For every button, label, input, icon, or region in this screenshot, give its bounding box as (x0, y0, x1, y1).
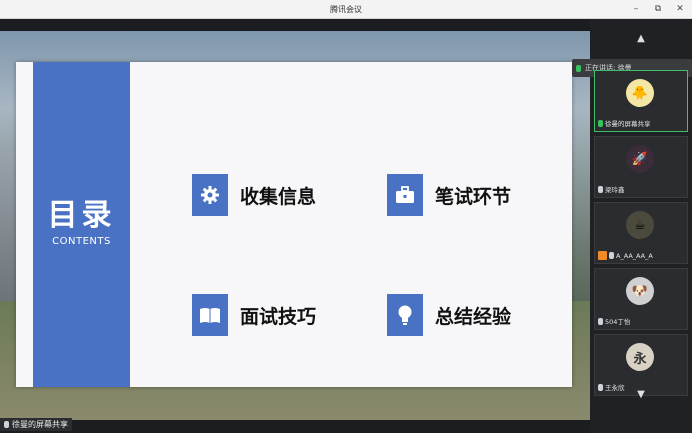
menu-item-label: 总结经验 (435, 305, 512, 328)
participant-name: A_AA_AA_A (616, 251, 653, 260)
lightbulb-icon (387, 294, 423, 336)
avatar: 🐶 (626, 277, 654, 305)
slide-sidebar-band: 目录 CONTENTS (33, 62, 130, 387)
menu-item-collect-info: 收集信息 (192, 173, 316, 217)
avatar: ☕ (626, 211, 654, 239)
participant-tile[interactable]: 🐶 504丁怡 (594, 268, 688, 330)
participant-name: 504丁怡 (605, 318, 631, 326)
avatar: 永 (626, 343, 654, 371)
participant-tile[interactable]: ☕ A_AA_AA_A (594, 202, 688, 264)
briefcase-icon (387, 174, 423, 216)
participant-tile[interactable]: 永 王永欣 (594, 334, 688, 396)
participant-tile[interactable]: 🚀 梁玲鑫 (594, 136, 688, 198)
mic-icon (598, 317, 603, 325)
participant-name: 徐曼的屏幕共享 (605, 120, 651, 128)
slide-subtitle: CONTENTS (52, 236, 111, 247)
menu-item-interview-skills: 面试技巧 (192, 293, 316, 337)
gear-icon (192, 174, 228, 216)
menu-item-summary: 总结经验 (387, 293, 511, 337)
participant-tile[interactable]: 🐥 徐曼的屏幕共享 (594, 70, 688, 132)
mic-icon (598, 119, 603, 127)
book-icon (192, 294, 228, 336)
avatar: 🚀 (626, 145, 654, 173)
mic-icon (576, 64, 581, 72)
scroll-up-icon[interactable]: ▲ (590, 33, 692, 44)
slide-title: 目录 (47, 198, 116, 233)
close-button[interactable]: ✕ (674, 2, 686, 16)
restore-button[interactable]: ⧉ (652, 2, 664, 16)
screen-share-label: 徐曼的屏幕共享 (0, 418, 72, 431)
mic-icon (4, 421, 9, 428)
participant-name: 梁玲鑫 (605, 186, 625, 194)
screen-share-text: 徐曼的屏幕共享 (12, 420, 68, 429)
menu-item-written-test: 笔试环节 (387, 173, 511, 217)
avatar: 🐥 (626, 79, 654, 107)
window-title: 腾讯会议 (330, 5, 362, 14)
shared-screen: 目录 CONTENTS 收集信息 笔试环节 面试技巧 总结经验 (0, 31, 590, 420)
minimize-button[interactable]: – (630, 2, 642, 16)
window-title-bar: 腾讯会议 – ⧉ ✕ (0, 0, 692, 19)
menu-item-label: 收集信息 (240, 185, 317, 208)
user-badge-icon (598, 251, 607, 260)
menu-item-label: 笔试环节 (435, 185, 512, 208)
mic-icon (598, 185, 603, 193)
presentation-slide: 目录 CONTENTS 收集信息 笔试环节 面试技巧 总结经验 (16, 62, 572, 387)
scroll-down-icon[interactable]: ▼ (590, 389, 692, 400)
menu-item-label: 面试技巧 (240, 305, 317, 328)
mic-icon (609, 252, 614, 259)
participants-panel: ▲ 正在讲话: 徐曼 🐥 徐曼的屏幕共享 🚀 梁玲鑫 ☕ A_AA_AA_A 🐶… (572, 19, 692, 433)
